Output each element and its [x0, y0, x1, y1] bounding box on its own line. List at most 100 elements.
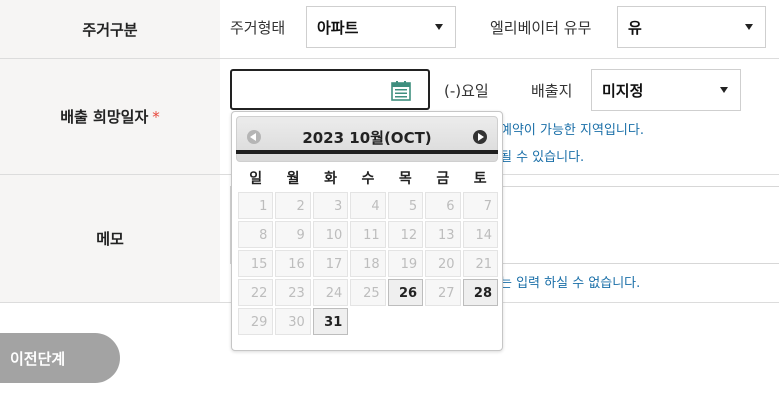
delivery-label-cell: 배출 희망일자 * — [0, 59, 220, 174]
weekday-header: 목 — [398, 171, 412, 187]
calendar-day-disabled: 27 — [425, 279, 461, 306]
calendar-empty-cell — [425, 308, 460, 335]
calendar-cell: 2 — [275, 192, 311, 219]
chevron-down-icon — [745, 24, 753, 30]
calendar-cell: 28 — [462, 279, 498, 306]
chevron-down-icon — [435, 24, 443, 30]
housing-label: 주거구분 — [82, 20, 138, 39]
prev-step-button[interactable]: 이전단계 — [0, 333, 120, 383]
calendar-day-disabled: 29 — [238, 308, 274, 335]
datepicker-popup: 2023 10월(OCT) 일 월 화 수 목 금 토 1 2 3 4 5 6 7 8 9 10 1… — [231, 111, 503, 351]
calendar-day-disabled: 4 — [350, 192, 386, 219]
memo-info: 는 입력 하실 수 없습니다. — [500, 276, 641, 291]
calendar-cell: 12 — [387, 221, 424, 248]
weekday-header: 금 — [436, 171, 450, 187]
calendar-day-disabled: 3 — [312, 192, 349, 219]
memo-label: 메모 — [96, 230, 124, 248]
required-mark: * — [152, 107, 160, 126]
calendar-cell: 27 — [425, 279, 461, 306]
origin-select[interactable]: 미지정 — [591, 69, 741, 111]
calendar-day-disabled: 19 — [387, 250, 424, 277]
housing-label-cell: 주거구분 — [0, 0, 220, 58]
calendar-cell: 3 — [312, 192, 349, 219]
weekday-header: 일 — [249, 171, 263, 187]
weekday-header: 화 — [324, 171, 337, 187]
weekday-header: 월 — [286, 171, 300, 187]
datepicker-header-bar — [236, 150, 498, 154]
calendar-day-disabled: 16 — [275, 250, 311, 277]
calendar-cell: 4 — [350, 192, 386, 219]
calendar-empty-cell — [350, 308, 385, 335]
calendar-cell: 15 — [238, 250, 274, 277]
calendar-day-disabled: 14 — [462, 221, 498, 248]
calendar-day-disabled: 5 — [387, 192, 424, 219]
calendar-cell: 10 — [312, 221, 349, 248]
calendar-cell: 11 — [350, 221, 386, 248]
calendar-cell: 30 — [275, 308, 311, 335]
elevator-value: 유 — [628, 18, 642, 37]
delivery-date-label: 배출 희망일자 — [60, 108, 149, 126]
calendar-cell: 31 — [312, 308, 349, 335]
datepicker-title: 2023 10월(OCT) — [302, 129, 432, 147]
weekday-header: 수 — [361, 171, 375, 187]
row-divider — [0, 58, 779, 59]
calendar-day-disabled: 15 — [238, 250, 274, 277]
calendar-day-available[interactable]: 26 — [387, 279, 424, 306]
calendar-day-disabled: 8 — [238, 221, 274, 248]
housing-type-select[interactable]: 아파트 — [306, 6, 456, 48]
housing-type-label: 주거형태 — [230, 19, 286, 37]
calendar-cell: 23 — [275, 279, 311, 306]
calendar-day-available[interactable]: 28 — [462, 279, 498, 306]
calendar-cell: 22 — [238, 279, 274, 306]
calendar-day-disabled: 12 — [387, 221, 424, 248]
calendar-cell: 20 — [425, 250, 461, 277]
elevator-label: 엘리베이터 유무 — [490, 19, 592, 37]
calendar-body: 1 2 3 4 5 6 7 8 9 10 11 12 13 14 15 16 17 18 19 20 21 22 23 24 2… — [238, 192, 498, 335]
calendar-icon[interactable] — [390, 80, 412, 102]
calendar-cell: 1 — [238, 192, 274, 219]
calendar-day-disabled: 18 — [350, 250, 386, 277]
housing-type-value: 아파트 — [317, 18, 359, 37]
calendar-cell: 18 — [350, 250, 386, 277]
datepicker-header: 2023 10월(OCT) — [236, 116, 498, 162]
calendar-empty-cell — [388, 308, 423, 335]
calendar-cell: 8 — [238, 221, 274, 248]
calendar-day-disabled: 24 — [312, 279, 349, 306]
calendar-day-disabled: 21 — [462, 250, 498, 277]
calendar-day-disabled: 10 — [312, 221, 349, 248]
calendar-cell: 14 — [462, 221, 498, 248]
calendar-day-disabled: 23 — [275, 279, 311, 306]
origin-label: 배출지 — [531, 82, 573, 100]
calendar-day-disabled: 9 — [275, 221, 311, 248]
calendar-day-disabled: 6 — [425, 192, 461, 219]
calendar-cell: 19 — [387, 250, 424, 277]
calendar-day-disabled: 11 — [350, 221, 386, 248]
calendar-day-disabled: 17 — [312, 250, 349, 277]
calendar-cell — [388, 308, 423, 335]
calendar-cell: 24 — [312, 279, 349, 306]
next-month-icon[interactable] — [473, 130, 487, 144]
calendar-cell: 5 — [387, 192, 424, 219]
calendar-week-row: 1234567 — [238, 192, 498, 219]
calendar-day-available[interactable]: 31 — [312, 308, 349, 335]
calendar-day-disabled: 7 — [462, 192, 498, 219]
calendar-cell: 16 — [275, 250, 311, 277]
calendar-cell: 29 — [238, 308, 274, 335]
origin-value: 미지정 — [602, 81, 644, 100]
calendar-week-row: 15 16 17 18 19 20 21 — [238, 250, 498, 277]
delivery-info-line1: 예약이 가능한 지역입니다. — [500, 123, 644, 138]
calendar-grid: 일 월 화 수 목 금 토 1 2 3 4 5 6 7 8 9 10 11 12 13 14 15 16 17 1… — [236, 164, 500, 337]
calendar-week-row: 8 9 10 11 12 13 14 — [238, 221, 498, 248]
calendar-cell: 17 — [312, 250, 349, 277]
calendar-cell: 21 — [462, 250, 498, 277]
weekday-text: (-)요일 — [444, 82, 489, 100]
calendar-cell: 13 — [425, 221, 461, 248]
delivery-date-input[interactable] — [230, 69, 430, 110]
calendar-day-disabled: 25 — [350, 279, 386, 306]
weekday-header: 토 — [473, 171, 487, 187]
elevator-select[interactable]: 유 — [617, 6, 766, 48]
calendar-cell: 9 — [275, 221, 311, 248]
calendar-cell: 6 — [425, 192, 461, 219]
calendar-week-row: 22 23 24 25 26 27 28 — [238, 279, 498, 306]
calendar-day-disabled: 30 — [275, 308, 311, 335]
